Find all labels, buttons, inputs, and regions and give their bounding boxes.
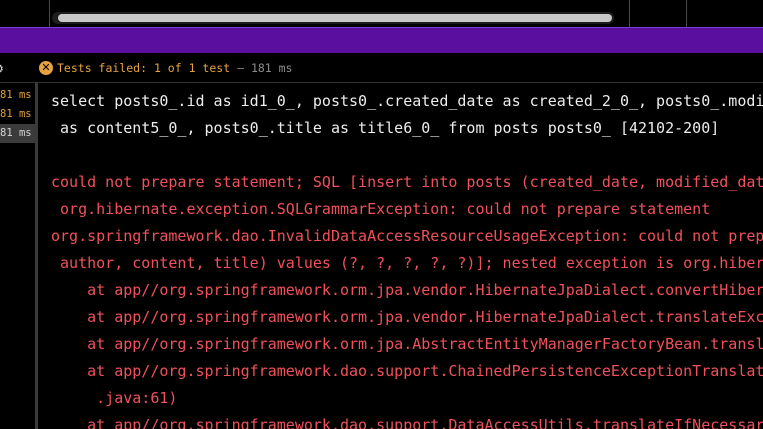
status-duration: 181 ms	[250, 61, 293, 75]
console-line: as content5_0_, posts0_.title as title6_…	[51, 119, 720, 137]
test-duration: 81 ms	[0, 89, 32, 101]
tests-failed-summary: Tests failed: 1 of 1 test – 181 ms	[57, 61, 292, 75]
status-count: 1 of 1 test	[153, 61, 231, 75]
console-line: at app//org.springframework.orm.jpa.vend…	[51, 308, 763, 326]
toolbar-divider	[629, 0, 630, 27]
console-line: author, content, title) values (?, ?, ?,…	[51, 254, 763, 272]
status-label: Tests failed:	[57, 61, 148, 75]
fail-circle-x-icon: ✕	[39, 61, 53, 75]
console-line: org.springframework.dao.InvalidDataAcces…	[51, 227, 763, 245]
horizontal-scrollbar-thumb[interactable]	[58, 14, 612, 22]
test-duration: 81 ms	[0, 127, 32, 139]
console-line: at app//org.springframework.orm.jpa.vend…	[51, 281, 763, 299]
console-line: .java:61)	[51, 389, 178, 407]
top-toolbar-strip	[0, 0, 763, 27]
test-tree-row[interactable]: 81 ms	[0, 86, 35, 105]
test-status-bar: ⚙ ✕ Tests failed: 1 of 1 test – 181 ms	[0, 53, 763, 83]
run-tab-bar	[0, 27, 763, 53]
console-output[interactable]: select posts0_.id as id1_0_, posts0_.cre…	[38, 83, 763, 429]
test-duration: 81 ms	[0, 108, 32, 120]
status-separator: –	[237, 61, 244, 75]
console-line: at app//org.springframework.dao.support.…	[51, 416, 763, 429]
test-tree-row[interactable]: 81 ms	[0, 105, 35, 124]
console-line: could not prepare statement; SQL [insert…	[51, 173, 763, 191]
console-line: org.hibernate.exception.SQLGrammarExcept…	[51, 200, 711, 218]
toolbar-divider	[686, 0, 687, 27]
console-line: at app//org.springframework.orm.jpa.Abst…	[51, 335, 763, 353]
test-tree-panel: 81 ms 81 ms 81 ms	[0, 83, 35, 429]
gear-icon[interactable]: ⚙	[0, 60, 10, 76]
test-tree-row-selected[interactable]: 81 ms	[0, 124, 35, 143]
console-line: at app//org.springframework.dao.support.…	[51, 362, 763, 380]
toolbar-divider	[49, 0, 50, 27]
console-line: select posts0_.id as id1_0_, posts0_.cre…	[51, 92, 763, 110]
